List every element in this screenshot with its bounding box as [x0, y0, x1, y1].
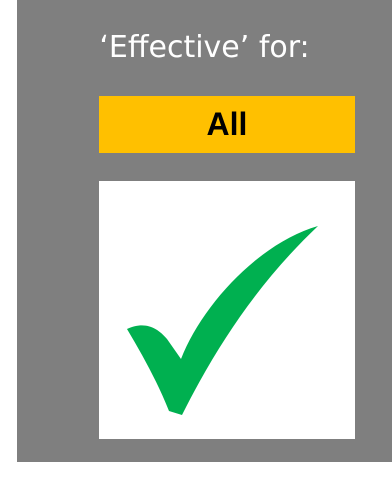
- checkmark-icon: [127, 226, 318, 415]
- effectiveness-panel: ‘Effective’ for: All: [17, 0, 392, 462]
- badge-label: All: [206, 106, 248, 142]
- panel-title: ‘Effective’ for:: [99, 30, 310, 65]
- effective-for-badge: All: [99, 96, 355, 153]
- check-card: [99, 181, 355, 439]
